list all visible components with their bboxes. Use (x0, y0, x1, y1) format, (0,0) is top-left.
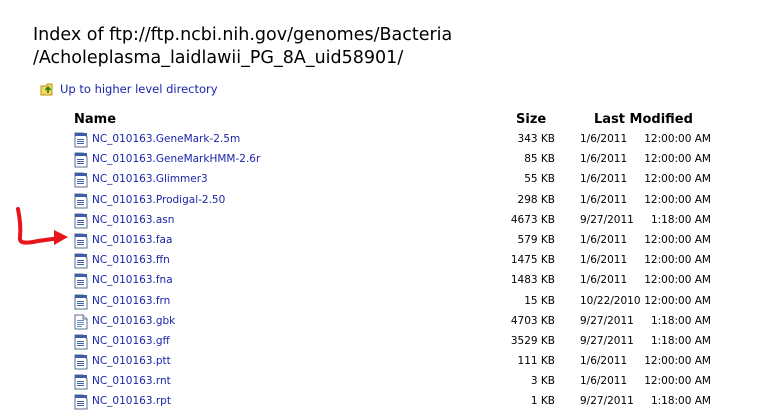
column-header-name[interactable]: Name (74, 112, 116, 127)
document-icon[interactable] (74, 314, 88, 330)
file-size: 343 KB (517, 133, 555, 145)
file-link[interactable]: NC_010163.frn (92, 291, 170, 311)
up-directory-link-row[interactable]: Up to higher level directory (40, 80, 218, 98)
file-time: 12:00:00 AM (644, 153, 711, 166)
file-row: NC_010163.gff 3529 KB 9/27/2011 1:18:00 AM (0, 331, 782, 351)
file-row: NC_010163.Prodigal-2.50 298 KB 1/6/2011 12:… (0, 190, 782, 210)
file-date: 9/27/2011 (580, 314, 634, 327)
red-arrow-annotation (16, 207, 68, 245)
file-icon[interactable] (74, 132, 88, 148)
file-link[interactable]: NC_010163.ptt (92, 351, 171, 371)
file-link[interactable]: NC_010163.rpt (92, 391, 171, 411)
file-date: 9/27/2011 (580, 213, 634, 226)
file-link[interactable]: NC_010163.fna (92, 270, 173, 290)
file-date: 1/6/2011 (580, 173, 628, 186)
file-time: 12:00:00 AM (644, 173, 711, 186)
file-time: 1:18:00 AM (650, 334, 711, 347)
file-date: 10/22/2010 (580, 294, 641, 307)
file-row: NC_010163.fna 1483 KB 1/6/2011 12:00:00 AM (0, 270, 782, 290)
file-time: 1:18:00 AM (650, 314, 711, 327)
file-time: 12:00:00 AM (644, 294, 711, 307)
file-size: 55 KB (524, 173, 555, 186)
file-time: 12:00:00 AM (644, 193, 711, 206)
file-icon[interactable] (74, 152, 88, 168)
file-time: 12:00:00 AM (644, 355, 711, 368)
file-icon[interactable] (74, 374, 88, 390)
file-row: NC_010163.rnt 3 KB 1/6/2011 12:00:00 AM (0, 371, 782, 391)
file-size: 3 KB (530, 375, 555, 388)
file-date: 1/6/2011 (580, 133, 628, 145)
file-size: 4703 KB (510, 314, 555, 327)
file-date: 1/6/2011 (580, 274, 628, 287)
file-size: 1483 KB (510, 274, 555, 287)
file-icon[interactable] (74, 172, 88, 188)
page-title: Index of ftp://ftp.ncbi.nih.gov/genomes/… (33, 24, 773, 70)
file-date: 1/6/2011 (580, 193, 628, 206)
file-link[interactable]: NC_010163.faa (92, 230, 172, 250)
file-icon[interactable] (74, 273, 88, 289)
file-link[interactable]: NC_010163.GeneMarkHMM-2.6r (92, 149, 260, 169)
file-icon[interactable] (74, 334, 88, 350)
file-date: 1/6/2011 (580, 233, 628, 246)
file-link[interactable]: NC_010163.GeneMark-2.5m (92, 129, 240, 149)
file-date: 1/6/2011 (580, 355, 628, 368)
file-icon[interactable] (74, 354, 88, 370)
file-time: 12:00:00 AM (644, 233, 711, 246)
file-link[interactable]: NC_010163.Glimmer3 (92, 169, 208, 189)
file-row: NC_010163.ptt 111 KB 1/6/2011 12:00:00 AM (0, 351, 782, 371)
file-time: 12:00:00 AM (644, 254, 711, 267)
file-row: NC_010163.faa 579 KB 1/6/2011 12:00:00 AM (0, 230, 782, 250)
file-time: 1:18:00 AM (650, 213, 711, 226)
file-time: 12:00:00 AM (644, 375, 711, 388)
file-size: 1 KB (530, 395, 555, 408)
file-row: NC_010163.asn 4673 KB 9/27/2011 1:18:00 AM (0, 210, 782, 230)
file-time: 12:00:00 AM (644, 133, 711, 145)
file-date: 1/6/2011 (580, 254, 628, 267)
file-size: 298 KB (517, 193, 555, 206)
file-date: 9/27/2011 (580, 395, 634, 408)
file-link[interactable]: NC_010163.asn (92, 210, 174, 230)
file-size: 85 KB (524, 153, 555, 166)
page-title-line2: /Acholeplasma_laidlawii_PG_8A_uid58901/ (33, 48, 404, 68)
file-size: 15 KB (524, 294, 555, 307)
file-row: NC_010163.ffn 1475 KB 1/6/2011 12:00:00 AM (0, 250, 782, 270)
file-size: 3529 KB (510, 334, 555, 347)
column-header-size[interactable]: Size (516, 112, 546, 127)
file-link[interactable]: NC_010163.ffn (92, 250, 170, 270)
file-icon[interactable] (74, 294, 88, 310)
up-directory-link[interactable]: Up to higher level directory (60, 82, 218, 96)
file-list: NC_010163.GeneMark-2.5m 343 KB 1/6/2011 12:… (0, 129, 782, 412)
file-icon[interactable] (74, 394, 88, 410)
file-row: NC_010163.gbk 4703 KB 9/27/2011 1:18:00 AM (0, 311, 782, 331)
file-row: NC_010163.GeneMark-2.5m 343 KB 1/6/2011 12:… (0, 129, 782, 149)
file-date: 9/27/2011 (580, 334, 634, 347)
file-row: NC_010163.frn 15 KB 10/22/2010 12:00:00 AM (0, 291, 782, 311)
file-link[interactable]: NC_010163.rnt (92, 371, 171, 391)
file-size: 111 KB (517, 355, 555, 368)
page-title-line1: Index of ftp://ftp.ncbi.nih.gov/genomes/… (33, 25, 453, 45)
file-time: 12:00:00 AM (644, 274, 711, 287)
file-row: NC_010163.Glimmer3 55 KB 1/6/2011 12:00:00 … (0, 169, 782, 189)
folder-up-icon (40, 81, 56, 97)
file-row: NC_010163.GeneMarkHMM-2.6r 85 KB 1/6/2011 1… (0, 149, 782, 169)
file-size: 4673 KB (510, 213, 555, 226)
column-header-modified[interactable]: Last Modified (594, 112, 693, 127)
file-size: 1475 KB (510, 254, 555, 267)
file-link[interactable]: NC_010163.gff (92, 331, 170, 351)
file-link[interactable]: NC_010163.Prodigal-2.50 (92, 190, 225, 210)
file-date: 1/6/2011 (580, 375, 628, 388)
file-link[interactable]: NC_010163.gbk (92, 311, 175, 331)
file-size: 579 KB (517, 233, 555, 246)
file-row: NC_010163.rpt 1 KB 9/27/2011 1:18:00 AM (0, 391, 782, 411)
file-time: 1:18:00 AM (650, 395, 711, 408)
file-date: 1/6/2011 (580, 153, 628, 166)
